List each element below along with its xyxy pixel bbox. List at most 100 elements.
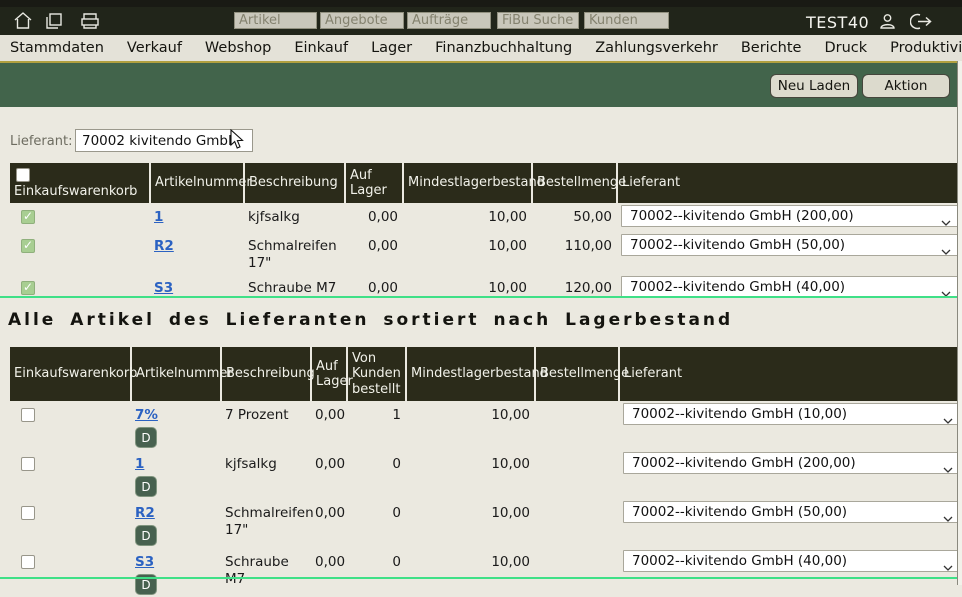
menu-produktivitaet[interactable]: Produktivität (890, 40, 962, 56)
supplier-select[interactable]: 70002--kivitendo GmbH (200,00) (621, 205, 962, 227)
vertical-scrollbar[interactable] (957, 61, 962, 585)
article-link[interactable]: R2 (135, 505, 155, 521)
article-description: Schmalreifen 17" (244, 232, 345, 274)
mindestlagerbestand-value: 10,00 (403, 232, 532, 274)
all-articles-table: Einkaufswarenkorb Artikelnummer Beschrei… (10, 347, 962, 597)
table-row: 7% D 7 Prozent 0,00 1 10,00 70002--kivit… (10, 401, 962, 450)
quick-search-fibu[interactable] (497, 12, 579, 29)
menu-finanzbuchhaltung[interactable]: Finanzbuchhaltung (435, 40, 572, 56)
quick-search-auftraege[interactable] (407, 12, 491, 29)
mindestlagerbestand-value: 10,00 (406, 401, 535, 450)
article-link[interactable]: S3 (154, 280, 173, 296)
menu-lager[interactable]: Lager (371, 40, 412, 56)
auf-lager-value: 0,00 (345, 203, 403, 232)
table-row: 1 D kjfsalkg 0,00 0 10,00 70002--kiviten… (10, 450, 962, 499)
select-all-checkbox[interactable] (16, 168, 30, 182)
table-row: S3 Schraube M7 0,00 10,00 120,00 70002--… (10, 274, 962, 303)
menu-berichte[interactable]: Berichte (741, 40, 802, 56)
auf-lager-value: 0,00 (311, 499, 347, 548)
menu-webshop[interactable]: Webshop (205, 40, 271, 56)
mindestlagerbestand-value: 10,00 (406, 499, 535, 548)
bestellmenge-value: 50,00 (532, 203, 617, 232)
menu-einkauf[interactable]: Einkauf (294, 40, 348, 56)
von-kunden-value: 0 (347, 499, 406, 548)
row-checkbox[interactable] (21, 506, 35, 520)
col-beschreibung: Beschreibung (221, 347, 311, 401)
col-lieferant: Lieferant (619, 347, 962, 401)
article-link[interactable]: 1 (135, 456, 144, 472)
home-icon[interactable] (13, 11, 33, 35)
page-title: Alle Artikel des Lieferanten sortiert na… (8, 310, 733, 330)
von-kunden-value: 0 (347, 548, 406, 597)
windows-icon[interactable] (44, 11, 64, 35)
logout-icon[interactable] (910, 12, 934, 35)
row-checkbox[interactable] (21, 281, 35, 295)
table-row: R2 D Schmalreifen 17" 0,00 0 10,00 70002… (10, 499, 962, 548)
von-kunden-value: 0 (347, 450, 406, 499)
cart-table: Einkaufswarenkorb Artikelnummer Beschrei… (10, 163, 962, 303)
col-auf-lager: Auf Lager (311, 347, 347, 401)
quick-search-artikel[interactable] (234, 12, 317, 29)
chevron-down-icon (941, 213, 951, 227)
chevron-down-icon (943, 558, 953, 572)
col-auf-lager: Auf Lager (345, 163, 403, 203)
row-checkbox[interactable] (21, 239, 35, 253)
menu-zahlungsverkehr[interactable]: Zahlungsverkehr (595, 40, 718, 56)
topbar: TEST40 (0, 7, 962, 35)
mindestlagerbestand-value: 10,00 (406, 450, 535, 499)
von-kunden-value: 1 (347, 401, 406, 450)
bestellmenge-value (535, 548, 619, 597)
article-link[interactable]: S3 (135, 554, 154, 570)
article-description: Schraube M7 (244, 274, 345, 303)
user-icon[interactable] (878, 12, 897, 35)
article-link[interactable]: 1 (154, 209, 163, 225)
mindestlagerbestand-value: 10,00 (403, 274, 532, 303)
bestellmenge-value (535, 499, 619, 548)
article-link[interactable]: R2 (154, 238, 174, 254)
article-description: 7 Prozent (221, 401, 311, 450)
chevron-down-icon (941, 242, 951, 256)
menu-stammdaten[interactable]: Stammdaten (10, 40, 104, 56)
row-checkbox[interactable] (21, 555, 35, 569)
col-einkaufswarenkorb: Einkaufswarenkorb (10, 163, 150, 203)
menu-verkauf[interactable]: Verkauf (127, 40, 182, 56)
row-checkbox[interactable] (21, 210, 35, 224)
col-mindestlagerbestand: Mindestlagerbestand (406, 347, 535, 401)
quick-search-angebote[interactable] (320, 12, 404, 29)
supplier-select[interactable]: 70002--kivitendo GmbH (200,00) (623, 452, 962, 474)
document-badge[interactable]: D (135, 525, 157, 546)
table-row: 1 kjfsalkg 0,00 10,00 50,00 70002--kivit… (10, 203, 962, 232)
bestellmenge-value (535, 401, 619, 450)
supplier-select[interactable]: 70002--kivitendo GmbH (40,00) (623, 550, 962, 572)
action-button[interactable]: Aktion (862, 74, 950, 98)
supplier-input[interactable] (75, 129, 253, 152)
menu-druck[interactable]: Druck (824, 40, 867, 56)
bestellmenge-value (535, 450, 619, 499)
row-checkbox[interactable] (21, 457, 35, 471)
main-menu: Stammdaten Verkauf Webshop Einkauf Lager… (0, 35, 962, 61)
chevron-down-icon (943, 411, 953, 425)
article-description: Schraube M7 (221, 548, 311, 597)
reload-button[interactable]: Neu Laden (770, 74, 858, 98)
col-beschreibung: Beschreibung (244, 163, 345, 203)
login-name: TEST40 (806, 13, 869, 32)
supplier-select[interactable]: 70002--kivitendo GmbH (10,00) (623, 403, 962, 425)
print-icon[interactable] (79, 11, 101, 35)
col-von-kunden-bestellt: Von Kunden bestellt (347, 347, 406, 401)
document-badge[interactable]: D (135, 427, 157, 448)
chevron-down-icon (943, 509, 953, 523)
bestellmenge-value: 120,00 (532, 274, 617, 303)
bestellmenge-value: 110,00 (532, 232, 617, 274)
row-checkbox[interactable] (21, 408, 35, 422)
supplier-label: Lieferant: (10, 134, 72, 149)
supplier-select[interactable]: 70002--kivitendo GmbH (50,00) (621, 234, 962, 256)
supplier-select[interactable]: 70002--kivitendo GmbH (50,00) (623, 501, 962, 523)
document-badge[interactable]: D (135, 476, 157, 497)
auf-lager-value: 0,00 (345, 274, 403, 303)
separator-line (0, 577, 962, 579)
article-link[interactable]: 7% (135, 407, 158, 423)
supplier-select[interactable]: 70002--kivitendo GmbH (40,00) (621, 276, 962, 298)
quick-search-kunden[interactable] (584, 12, 669, 29)
col-lieferant: Lieferant (617, 163, 962, 203)
table-row: R2 Schmalreifen 17" 0,00 10,00 110,00 70… (10, 232, 962, 274)
